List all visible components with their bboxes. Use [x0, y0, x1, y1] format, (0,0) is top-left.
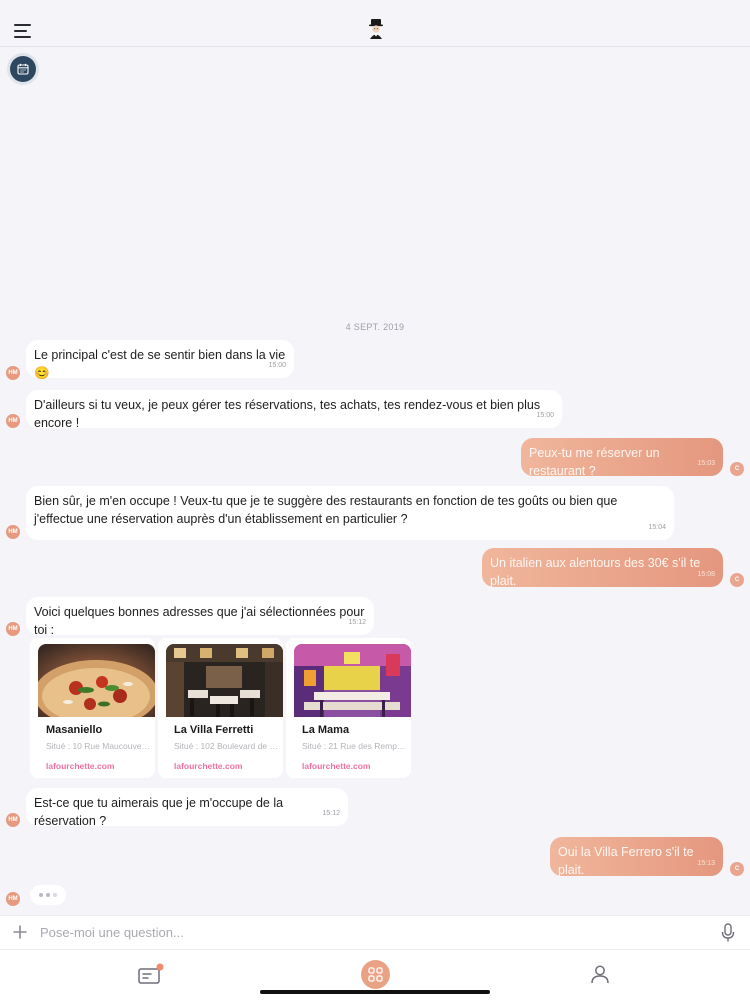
message-time: 15:08	[697, 571, 715, 578]
message-text: Voici quelques bonnes adresses que j'ai …	[34, 605, 365, 637]
message-time: 15:04	[648, 524, 666, 531]
restaurant-address: Situé : 10 Rue Maucouvent, Paris	[46, 741, 150, 751]
butler-logo-icon	[366, 18, 386, 40]
grid-home-icon[interactable]	[361, 960, 390, 989]
tickets-icon[interactable]	[138, 962, 164, 986]
restaurant-name: La Mama	[302, 724, 350, 736]
restaurant-address: Situé : 21 Rue des Remparts	[302, 741, 406, 751]
restaurant-card[interactable]: Masaniello Situé : 10 Rue Maucouvent, Pa…	[30, 638, 155, 778]
restaurant-card[interactable]: La Mama Situé : 21 Rue des Remparts lafo…	[286, 638, 411, 778]
restaurant-source-link[interactable]: lafourchette.com	[174, 761, 243, 771]
bot-avatar: HM	[6, 892, 20, 906]
message-text: Est-ce que tu aimerais que je m'occupe d…	[34, 796, 284, 828]
message-time: 15:00	[268, 362, 286, 369]
bot-message: D'ailleurs si tu veux, je peux gérer tes…	[26, 390, 562, 430]
message-text: Un italien aux alentours des 30€ s'il te…	[490, 556, 701, 588]
message-time: 15:03	[697, 460, 715, 467]
user-message: Oui la Villa Ferrero s'il te plait. 15:1…	[550, 837, 723, 877]
message-time: 15:13	[697, 860, 715, 867]
top-bar	[0, 0, 750, 47]
bot-avatar: HM	[6, 813, 20, 827]
bot-message: Voici quelques bonnes adresses que j'ai …	[26, 597, 374, 637]
profile-icon[interactable]	[590, 964, 610, 984]
message-time: 15:12	[348, 619, 366, 626]
bot-avatar: HM	[6, 366, 20, 380]
restaurant-address: Situé : 102 Boulevard de Grenelle	[174, 741, 278, 751]
restaurant-photo	[294, 644, 411, 717]
home-indicator	[260, 990, 490, 994]
message-text: D'ailleurs si tu veux, je peux gérer tes…	[34, 398, 541, 430]
calendar-button[interactable]	[10, 56, 36, 82]
typing-indicator	[30, 885, 66, 905]
plus-icon[interactable]	[12, 924, 28, 940]
bot-message: Le principal c'est de se sentir bien dan…	[26, 340, 294, 380]
microphone-icon[interactable]	[720, 923, 736, 943]
restaurant-name: Masaniello	[46, 724, 103, 736]
message-text: Le principal c'est de se sentir bien dan…	[34, 348, 286, 380]
calendar-icon	[17, 63, 29, 75]
bot-avatar: HM	[6, 525, 20, 539]
message-composer: Pose-moi une question...	[0, 915, 750, 949]
restaurant-carousel[interactable]: Masaniello Situé : 10 Rue Maucouvent, Pa…	[30, 638, 430, 784]
user-avatar: C	[730, 462, 744, 476]
restaurant-source-link[interactable]: lafourchette.com	[46, 761, 115, 771]
restaurant-source-link[interactable]: lafourchette.com	[302, 761, 371, 771]
message-time: 15:12	[322, 810, 340, 817]
message-text: Bien sûr, je m'en occupe ! Veux-tu que j…	[34, 494, 618, 526]
user-message: Un italien aux alentours des 30€ s'il te…	[482, 548, 723, 588]
bot-avatar: HM	[6, 414, 20, 428]
notification-badge	[156, 963, 164, 971]
restaurant-name: La Villa Ferretti	[174, 724, 254, 736]
user-message: Peux-tu me réserver un restaurant ? 15:0…	[521, 438, 723, 478]
restaurant-photo	[38, 644, 155, 717]
restaurant-card[interactable]: La Villa Ferretti Situé : 102 Boulevard …	[158, 638, 283, 778]
bot-avatar: HM	[6, 622, 20, 636]
message-text: Peux-tu me réserver un restaurant ?	[529, 446, 660, 478]
hamburger-menu-icon[interactable]	[14, 24, 32, 38]
bot-message: Est-ce que tu aimerais que je m'occupe d…	[26, 788, 348, 828]
user-avatar: C	[730, 573, 744, 587]
message-input[interactable]: Pose-moi une question...	[40, 925, 184, 940]
bot-message: Bien sûr, je m'en occupe ! Veux-tu que j…	[26, 486, 674, 540]
message-text: Oui la Villa Ferrero s'il te plait.	[558, 845, 694, 877]
user-avatar: C	[730, 862, 744, 876]
restaurant-photo	[166, 644, 283, 717]
date-separator: 4 SEPT. 2019	[345, 322, 405, 332]
message-time: 15:00	[536, 412, 554, 419]
